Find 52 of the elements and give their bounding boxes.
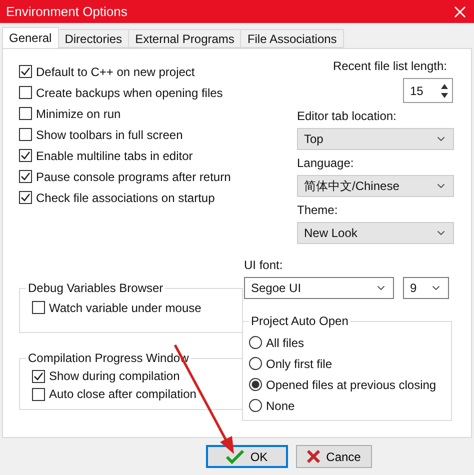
checkbox[interactable] (19, 128, 32, 141)
field-label: Recent file list length: (332, 59, 447, 73)
checkbox-label[interactable]: Minimize on run (36, 106, 121, 120)
field-label: Language: (297, 156, 355, 170)
close-icon[interactable] (454, 6, 466, 18)
radio-label[interactable]: None (266, 398, 295, 412)
checkbox-label[interactable]: Auto close after compilation (49, 387, 196, 401)
group-title: Project Auto Open (249, 314, 350, 328)
tab[interactable]: Directories (58, 29, 130, 48)
checkbox[interactable] (19, 107, 32, 120)
dialog-button[interactable]: OK (206, 445, 288, 468)
spin-field[interactable]: 15 (403, 78, 453, 103)
checkbox-label[interactable]: Check file associations on startup (36, 190, 215, 204)
dropdown[interactable]: 简体中文/Chinese (297, 175, 454, 197)
tab[interactable]: General (2, 27, 59, 48)
checkbox-label[interactable]: Show toolbars in full screen (36, 128, 183, 142)
dropdown[interactable]: New Look (297, 222, 454, 244)
radio-label[interactable]: Only first file (266, 356, 332, 370)
radio-button[interactable] (249, 357, 262, 370)
field-label: UI font: (244, 258, 284, 272)
checkbox[interactable] (19, 65, 32, 78)
checkbox[interactable] (32, 370, 45, 382)
checkbox[interactable] (19, 86, 32, 99)
dropdown[interactable]: 9 (403, 277, 449, 299)
dropdown[interactable]: Segoe UI (244, 277, 394, 299)
checkbox-label[interactable]: Create backups when opening files (36, 86, 223, 100)
checkbox[interactable] (32, 388, 45, 400)
checkbox-label[interactable]: Default to C++ on new project (36, 64, 195, 78)
checkbox[interactable] (19, 170, 32, 183)
field-label: Editor tab location: (297, 109, 398, 123)
dialog-button[interactable]: Cance (296, 445, 372, 468)
window-title: Environment Options (6, 4, 128, 19)
checkbox[interactable] (32, 301, 45, 314)
field-label: Theme: (297, 203, 339, 217)
radio-button[interactable] (249, 336, 262, 349)
tab[interactable]: External Programs (128, 29, 242, 48)
radio-label[interactable]: All files (266, 336, 304, 350)
radio-button[interactable] (249, 378, 262, 391)
checkbox-label[interactable]: Pause console programs after return (36, 170, 231, 184)
checkmark-icon (226, 450, 244, 464)
radio-button[interactable] (249, 399, 262, 412)
checkbox[interactable] (19, 191, 32, 204)
cross-icon (307, 450, 320, 463)
radio-label[interactable]: Opened files at previous closing (266, 378, 436, 392)
checkbox-label[interactable]: Watch variable under mouse (49, 300, 202, 314)
checkbox-label[interactable]: Show during compilation (49, 369, 180, 383)
tab[interactable]: File Associations (240, 29, 344, 48)
dropdown[interactable]: Top (297, 128, 454, 150)
spin-arrows-icon[interactable] (440, 82, 449, 98)
group-title: Debug Variables Browser (26, 281, 166, 295)
checkbox[interactable] (19, 149, 32, 162)
checkbox-label[interactable]: Enable multiline tabs in editor (36, 148, 193, 162)
